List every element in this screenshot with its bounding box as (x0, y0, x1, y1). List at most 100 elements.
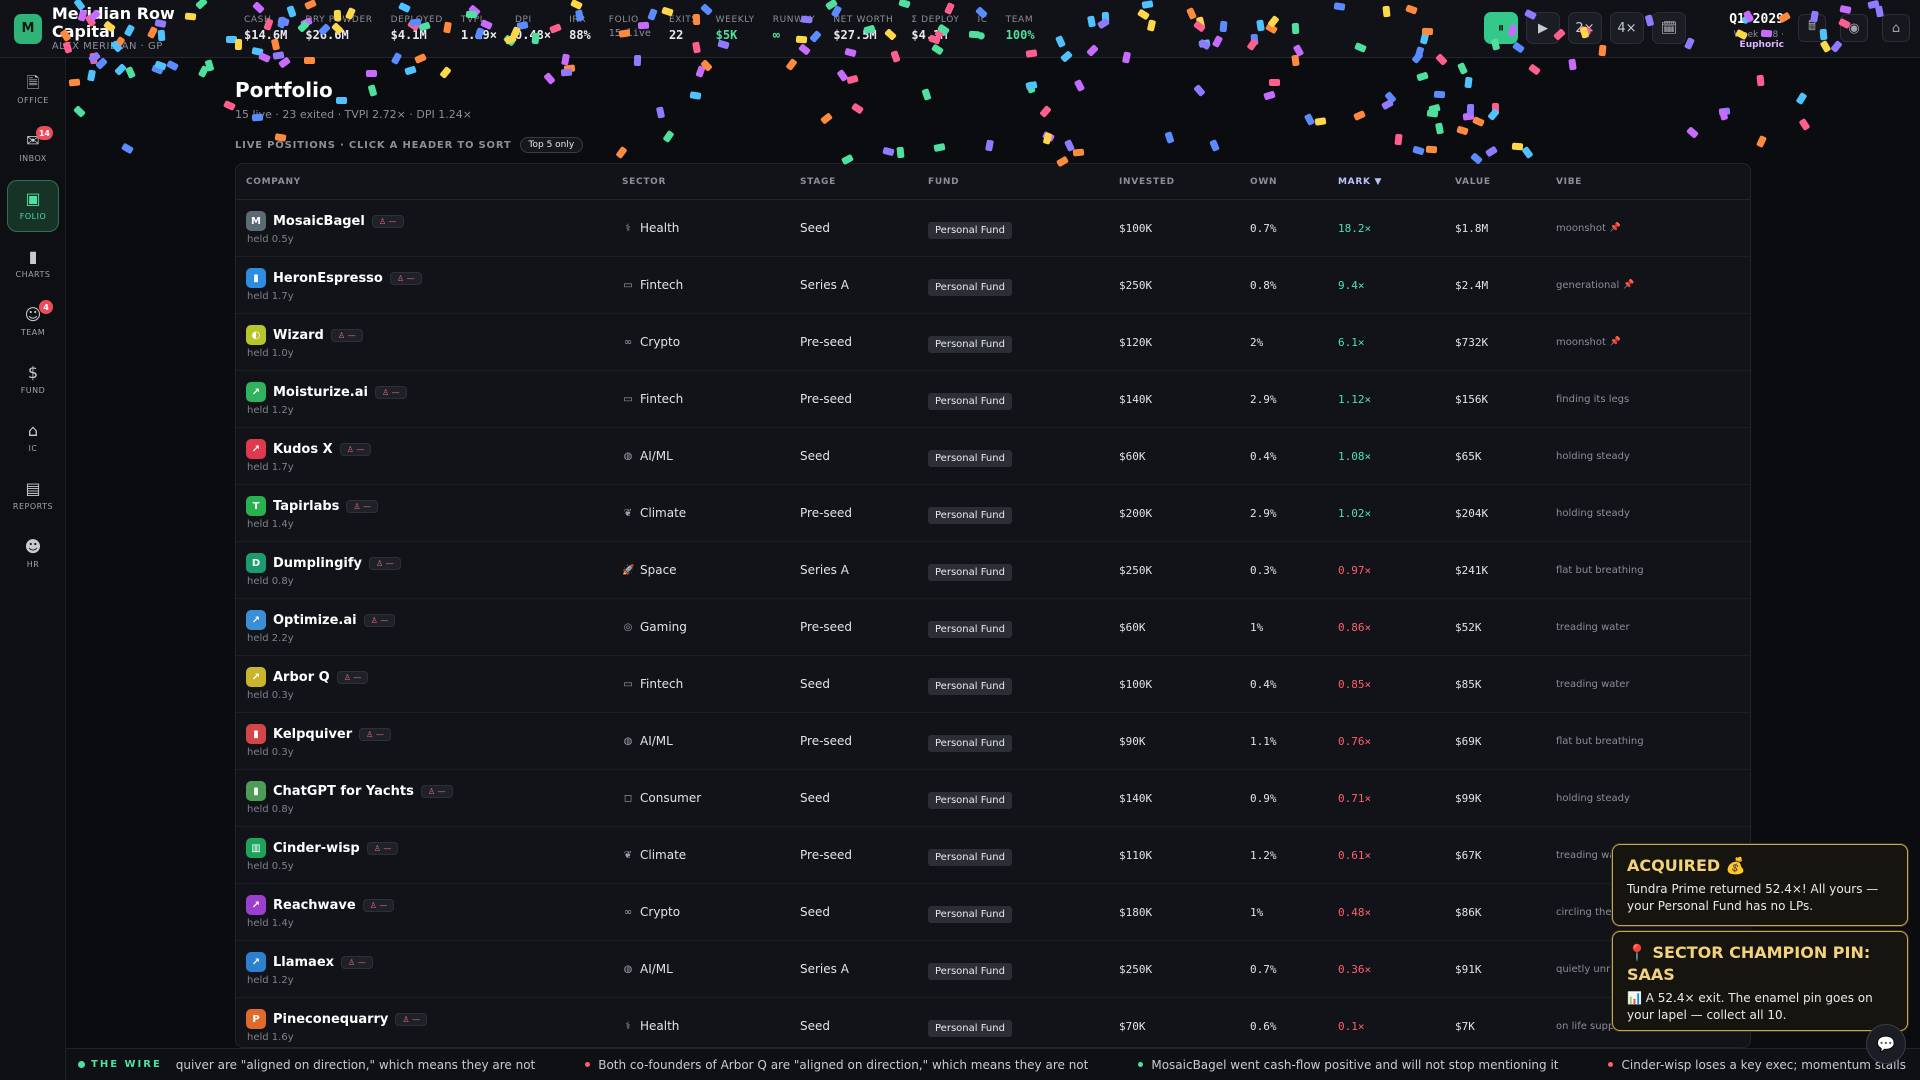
col-invested[interactable]: INVESTED (1119, 177, 1250, 187)
stats-strip: CASH $14.6M DRY POWDER $26.6M DEPLOYED $4.1M T… (244, 15, 1035, 42)
company-name[interactable]: Tapirlabs (273, 499, 339, 514)
company-name[interactable]: Dumplingify (273, 556, 362, 571)
sector-icon: ❦ (623, 507, 633, 519)
col-vibe[interactable]: VIBE (1556, 177, 1750, 187)
stat-value: $27.5M (833, 28, 877, 42)
confetti-piece (819, 112, 833, 125)
top-5-filter-button[interactable]: Top 5 only (519, 137, 584, 153)
value-cell: $52K (1455, 620, 1482, 634)
value-cell: $86K (1455, 905, 1482, 919)
wire-text: MosaicBagel went cash-flow positive and … (1151, 1057, 1559, 1072)
col-value[interactable]: VALUE (1455, 177, 1556, 187)
table-row[interactable]: ↗ Llamaex ♙ — held 1.2y ◍ AI/ML Series A Person… (236, 941, 1750, 998)
value-cell: $67K (1455, 848, 1482, 862)
sector-pin-toast[interactable]: 📍 SECTOR CHAMPION PIN: SAAS 📊 A 52.4× ex… (1612, 931, 1908, 1031)
mark-cell: 6.1× (1338, 335, 1365, 349)
company-name[interactable]: Reachwave (273, 898, 356, 913)
confetti-piece (365, 70, 377, 78)
pin-icon[interactable]: 📌 (1623, 280, 1634, 290)
table-row[interactable]: ↗ Moisturize.ai ♙ — held 1.2y ▭ Fintech Pre-se… (236, 371, 1750, 428)
company-name[interactable]: Wizard (273, 328, 324, 343)
reports-icon: ▤ (25, 479, 41, 498)
invested-cell: $100K (1119, 221, 1153, 235)
sector-label: AI/ML (640, 449, 673, 463)
company-name[interactable]: Kelpquiver (273, 727, 352, 742)
stat-cash: CASH $14.6M (244, 15, 287, 42)
stat-dry-powder: DRY POWDER $26.6M (305, 15, 372, 42)
nav-team[interactable]: ☺ TEAM 4 (7, 296, 59, 348)
confetti-piece (120, 142, 134, 155)
table-row[interactable]: ▮ Kelpquiver ♙ — held 0.3y ◍ AI/ML Pre-seed Per… (236, 713, 1750, 770)
confetti-piece (1756, 75, 1765, 87)
confetti-piece (985, 139, 995, 152)
col-company[interactable]: COMPANY (236, 177, 622, 187)
stat-label: IC (977, 15, 988, 25)
ic-icon: ⌂ (27, 421, 39, 440)
company-logo: ▮ (246, 268, 266, 288)
nav-reports[interactable]: ▤ REPORTS (7, 470, 59, 522)
company-name[interactable]: Pineconequarry (273, 1012, 388, 1027)
table-row[interactable]: ▮ HeronEspresso ♙ — held 1.7y ▭ Fintech Series… (236, 257, 1750, 314)
fund-cell: Personal Fund (928, 845, 1119, 866)
mark-cell: 0.86× (1338, 620, 1372, 634)
value-cell: $2.4M (1455, 278, 1489, 292)
company-name[interactable]: HeronEspresso (273, 271, 383, 286)
nav-fund[interactable]: $ FUND (7, 354, 59, 406)
stat-team: TEAM 100% (1006, 15, 1035, 42)
chat-icon[interactable]: 💬 (1866, 1024, 1906, 1064)
company-cell: ▥ Cinder-wisp ♙ — held 0.5y (236, 838, 622, 872)
col-mark[interactable]: MARK ▼ (1338, 177, 1455, 187)
company-cell: ↗ Optimize.ai ♙ — held 2.2y (236, 610, 622, 644)
company-name[interactable]: Cinder-wisp (273, 841, 360, 856)
col-stage[interactable]: STAGE (800, 177, 928, 187)
speed-4x-button[interactable]: 4× (1610, 12, 1644, 44)
nav-folio[interactable]: ▣ FOLIO (7, 180, 59, 232)
col-fund[interactable]: FUND (928, 177, 1119, 187)
company-name[interactable]: Optimize.ai (273, 613, 357, 628)
nav-charts[interactable]: ▮ CHARTS (7, 238, 59, 290)
table-row[interactable]: ▥ Cinder-wisp ♙ — held 0.5y ❦ Climate Pre-seed… (236, 827, 1750, 884)
pause-button[interactable]: ⏸ (1484, 12, 1518, 44)
table-row[interactable]: ↗ Kudos X ♙ — held 1.7y ◍ AI/ML Seed Personal F… (236, 428, 1750, 485)
portfolio-table: COMPANY SECTOR STAGE FUND INVESTED OWN M… (235, 163, 1751, 1048)
ownership-cell: 0.3% (1250, 563, 1277, 577)
calculator-icon[interactable]: 🖩 (1798, 14, 1826, 42)
pin-icon[interactable]: 📌 (1610, 337, 1621, 347)
value-cell: $65K (1455, 449, 1482, 463)
table-row[interactable]: M MosaicBagel ♙ — held 0.5y ⚕ Health Seed Perso… (236, 200, 1750, 257)
stage-cell: Series A (800, 962, 849, 976)
table-row[interactable]: P Pineconequarry ♙ — held 1.6y ⚕ Health Seed Pe… (236, 998, 1750, 1047)
calendar-button[interactable]: 🗓 (1652, 12, 1686, 44)
sector-icon: ◻ (623, 792, 633, 804)
company-name[interactable]: Moisturize.ai (273, 385, 368, 400)
speed-2x-button[interactable]: 2× (1568, 12, 1602, 44)
company-name[interactable]: Arbor Q (273, 670, 330, 685)
table-row[interactable]: ↗ Arbor Q ♙ — held 0.3y ▭ Fintech Seed Personal… (236, 656, 1750, 713)
nav-inbox[interactable]: ✉ INBOX 14 (7, 122, 59, 174)
table-row[interactable]: ▮ ChatGPT for Yachts ♙ — held 0.8y ◻ Consumer… (236, 770, 1750, 827)
nav-ic[interactable]: ⌂ IC (7, 412, 59, 464)
company-name[interactable]: Kudos X (273, 442, 333, 457)
col-own[interactable]: OWN (1250, 177, 1338, 187)
fund-cell: Personal Fund (928, 275, 1119, 296)
col-sector[interactable]: SECTOR (622, 177, 800, 187)
table-row[interactable]: ↗ Optimize.ai ♙ — held 2.2y ◎ Gaming Pre-seed P… (236, 599, 1750, 656)
record-icon[interactable]: ◉ (1840, 14, 1868, 42)
invested-cell: $60K (1119, 449, 1146, 463)
nav-office[interactable]: 🗎 OFFICE (7, 64, 59, 116)
table-row[interactable]: T Tapirlabs ♙ — held 1.4y ❦ Climate Pre-seed Pe… (236, 485, 1750, 542)
acquired-toast[interactable]: ACQUIRED 💰 Tundra Prime returned 52.4×! … (1612, 844, 1908, 926)
sector-cell: ◻ Consumer (622, 791, 800, 805)
play-button[interactable]: ▶ (1526, 12, 1560, 44)
company-name[interactable]: ChatGPT for Yachts (273, 784, 414, 799)
pin-icon[interactable]: 📌 (1610, 223, 1621, 233)
confetti-piece (1381, 99, 1395, 111)
company-name[interactable]: MosaicBagel (273, 214, 365, 229)
company-name[interactable]: Llamaex (273, 955, 334, 970)
home-icon[interactable]: ⌂ (1882, 14, 1910, 42)
nav-label: TEAM (20, 328, 46, 337)
table-row[interactable]: ◐ Wizard ♙ — held 1.0y ∞ Crypto Pre-seed Person… (236, 314, 1750, 371)
table-row[interactable]: D Dumplingify ♙ — held 0.8y 🚀 Space Series A Pe… (236, 542, 1750, 599)
nav-hr[interactable]: ☻ HR (7, 528, 59, 580)
table-row[interactable]: ↗ Reachwave ♙ — held 1.4y ∞ Crypto Seed Persona… (236, 884, 1750, 941)
